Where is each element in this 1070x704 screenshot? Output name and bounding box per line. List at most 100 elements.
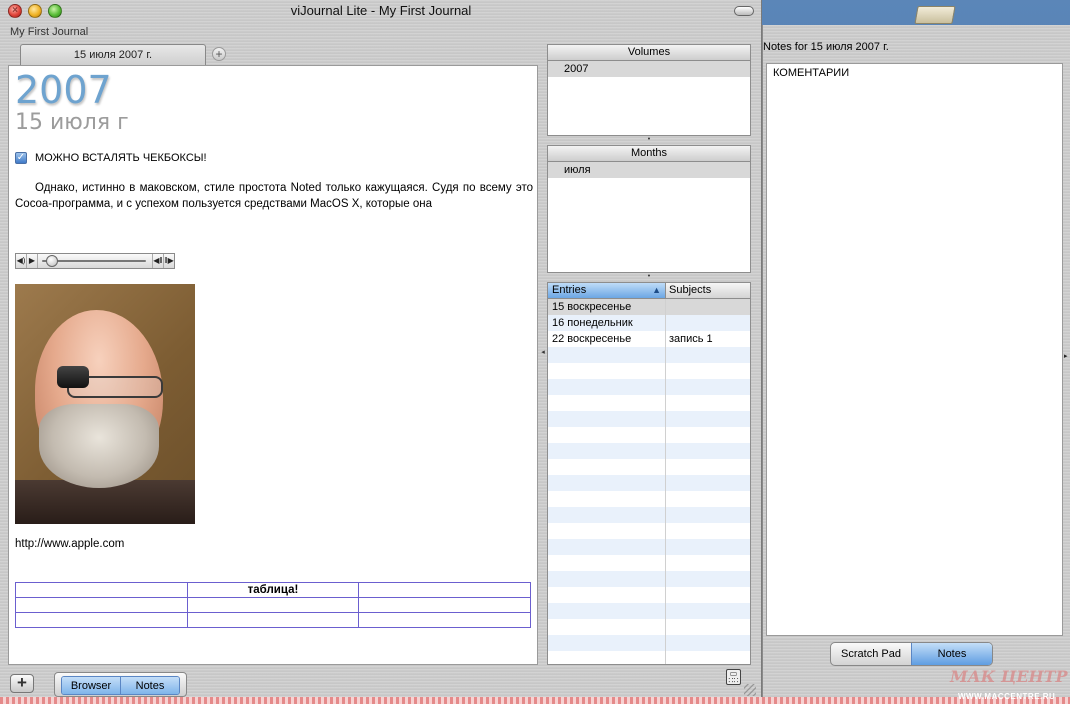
empty-cell — [548, 347, 666, 363]
volumes-splitter-handle[interactable]: • — [646, 136, 652, 143]
drawer-collapse-icon[interactable]: ▸ — [1064, 352, 1068, 360]
empty-row — [548, 555, 750, 571]
empty-cell — [548, 395, 666, 411]
empty-row — [548, 507, 750, 523]
table-cell[interactable] — [15, 612, 188, 628]
scratch-pad-tab[interactable]: Scratch Pad — [831, 643, 911, 665]
empty-row — [548, 491, 750, 507]
audio-player: ◀) ▶ ◀‖ ‖▶ — [15, 253, 175, 269]
entry-year: 2007 — [15, 68, 112, 112]
tab-strip: 15 июля 2007 г. + — [8, 44, 538, 65]
entry-editor[interactable]: 2007 15 июля г ✓ МОЖНО ВСТАЛЯТЬ ЧЕКБОКСЫ… — [8, 65, 538, 665]
table-cell[interactable] — [15, 597, 188, 613]
empty-cell — [548, 603, 666, 619]
watermark-logo: МАК ЦЕНТР — [950, 667, 1068, 686]
rewind-button[interactable]: ◀‖ — [152, 254, 163, 268]
entry-link[interactable]: http://www.apple.com — [15, 538, 124, 550]
resize-grip[interactable] — [744, 684, 756, 696]
main-window: × viJournal Lite - My First Journal My F… — [0, 0, 762, 698]
sort-ascending-icon: ▲ — [652, 285, 661, 295]
scrubber-knob[interactable] — [46, 255, 58, 267]
notes-text-area[interactable]: КОМЕНТАРИИ — [766, 63, 1063, 636]
photo-eyepiece — [57, 366, 89, 388]
entry-cell: 22 воскресенье — [548, 331, 666, 347]
table-cell[interactable] — [15, 582, 188, 598]
photo-beard — [39, 404, 159, 488]
table-cell[interactable]: таблица! — [186, 582, 360, 598]
months-header[interactable]: Months — [548, 146, 750, 162]
entry-body-text[interactable]: Однако, истинно в маковском, стиле прост… — [15, 180, 533, 212]
add-tab-button[interactable]: + — [212, 47, 226, 61]
volumes-header[interactable]: Volumes — [548, 45, 750, 61]
empty-row — [548, 443, 750, 459]
months-splitter-handle[interactable]: • — [646, 273, 652, 280]
empty-row — [548, 379, 750, 395]
notes-mode-switch: Scratch Pad Notes — [830, 642, 993, 666]
empty-cell — [548, 459, 666, 475]
empty-cell — [548, 379, 666, 395]
table-row — [15, 612, 531, 628]
entries-column-header[interactable]: Entries ▲ — [548, 283, 666, 298]
checkbox-label: МОЖНО ВСТАЛЯТЬ ЧЕКБОКСЫ! — [35, 152, 207, 164]
empty-cell — [548, 523, 666, 539]
notes-title: Notes for 15 июля 2007 г. — [763, 41, 889, 53]
entries-pane: Entries ▲ Subjects 15 воскресенье 16 пон… — [547, 282, 751, 665]
table-row[interactable]: 16 понедельник — [548, 315, 750, 331]
entry-table[interactable]: таблица! — [15, 582, 531, 628]
empty-cell — [548, 571, 666, 587]
subjects-column-header[interactable]: Subjects — [666, 283, 750, 298]
entries-table-header: Entries ▲ Subjects — [548, 283, 750, 299]
entries-list: 15 воскресенье 16 понедельник 22 воскрес… — [548, 299, 750, 664]
empty-row — [548, 635, 750, 651]
browser-toggle-button[interactable]: Browser — [62, 677, 120, 694]
notes-toggle-button[interactable]: Notes — [120, 677, 179, 694]
empty-row — [548, 427, 750, 443]
notes-content: КОМЕНТАРИИ — [773, 67, 850, 79]
calculator-icon[interactable]: ▭ ∷∷ — [726, 669, 741, 685]
forward-button[interactable]: ‖▶ — [163, 254, 174, 268]
notes-tab[interactable]: Notes — [911, 643, 992, 665]
empty-cell — [548, 475, 666, 491]
table-row: таблица! — [15, 582, 531, 598]
empty-row — [548, 347, 750, 363]
volumes-pane: Volumes 2007 — [547, 44, 751, 136]
empty-row — [548, 459, 750, 475]
view-switch-segments: Browser Notes — [61, 676, 180, 695]
notes-drawer: Notes for 15 июля 2007 г. КОМЕНТАРИИ ▸ S… — [762, 25, 1070, 697]
entry-photo[interactable] — [15, 284, 195, 524]
table-cell[interactable] — [186, 597, 360, 613]
table-row[interactable]: 15 воскресенье — [548, 299, 750, 315]
toolbar-toggle-button[interactable] — [734, 6, 754, 16]
empty-cell — [548, 443, 666, 459]
empty-cell — [548, 619, 666, 635]
empty-row — [548, 475, 750, 491]
subject-cell: запись 1 — [669, 333, 713, 345]
empty-row — [548, 523, 750, 539]
empty-row — [548, 619, 750, 635]
table-cell[interactable] — [358, 582, 531, 598]
table-cell[interactable] — [358, 612, 531, 628]
desktop-disk-icon[interactable] — [914, 6, 956, 24]
volume-item[interactable]: 2007 — [548, 61, 750, 77]
month-item[interactable]: июля — [548, 162, 750, 178]
checkbox[interactable]: ✓ — [15, 152, 27, 164]
watermark-url: WWW.MACCENTRE.RU — [958, 692, 1056, 701]
add-entry-button[interactable]: + — [10, 674, 34, 693]
empty-row — [548, 363, 750, 379]
empty-row — [548, 587, 750, 603]
table-cell[interactable] — [358, 597, 531, 613]
entry-date: 15 июля г — [15, 110, 129, 135]
tab-entry-date[interactable]: 15 июля 2007 г. — [20, 44, 206, 65]
audio-scrubber[interactable] — [38, 254, 152, 268]
table-cell[interactable] — [186, 612, 360, 628]
play-button[interactable]: ▶ — [27, 254, 38, 268]
vertical-splitter-handle[interactable]: ◂ — [540, 349, 546, 356]
journal-name: My First Journal — [10, 26, 89, 38]
view-switch: Browser Notes — [54, 672, 187, 697]
table-row[interactable]: 22 воскресенье запись 1 — [548, 331, 750, 347]
checkbox-row: ✓ МОЖНО ВСТАЛЯТЬ ЧЕКБОКСЫ! — [15, 152, 207, 164]
title-bar[interactable]: × viJournal Lite - My First Journal — [0, 0, 762, 22]
empty-cell — [548, 411, 666, 427]
volume-icon[interactable]: ◀) — [16, 254, 27, 268]
plus-icon: + — [17, 673, 27, 692]
